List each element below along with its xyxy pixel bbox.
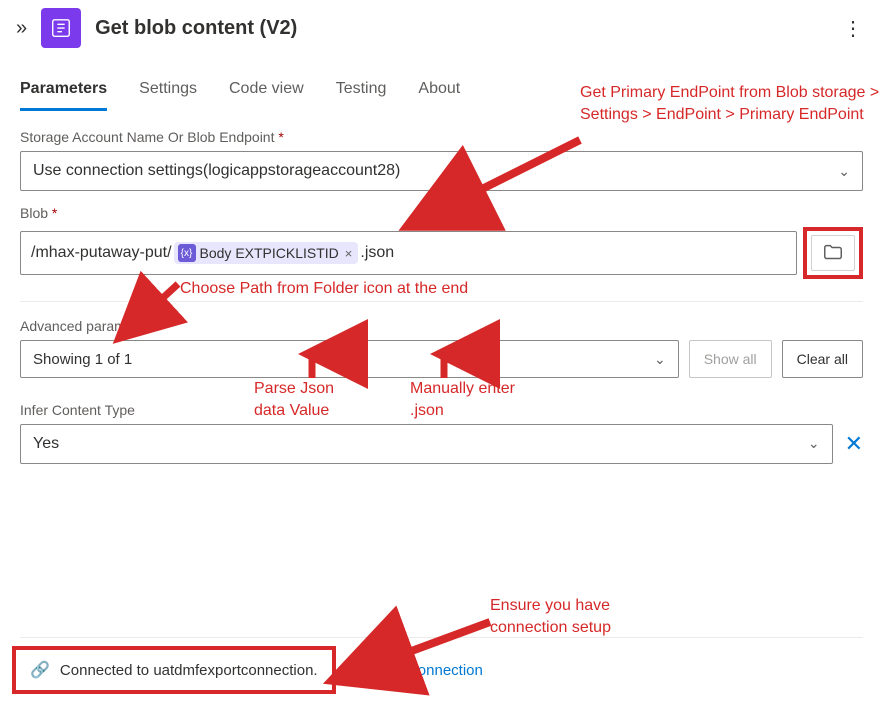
tab-testing[interactable]: Testing <box>336 80 387 111</box>
advanced-params-value: Showing 1 of 1 <box>33 351 132 368</box>
blob-section: Blob * /mhax-putaway-put/ {x} Body EXTPI… <box>20 205 863 279</box>
annotation-connection: Ensure you have connection setup <box>490 595 690 638</box>
action-title: Get blob content (V2) <box>95 17 297 40</box>
storage-account-dropdown[interactable]: Use connection settings(logicappstoragea… <box>20 151 863 191</box>
storage-account-label: Storage Account Name Or Blob Endpoint * <box>20 129 863 145</box>
blob-action-icon <box>41 8 81 48</box>
storage-label-text: Storage Account Name Or Blob Endpoint <box>20 129 274 145</box>
clear-all-button[interactable]: Clear all <box>782 340 863 378</box>
blob-label: Blob * <box>20 205 863 221</box>
connection-status-text: Connected to uatdmfexportconnection. <box>60 662 318 679</box>
divider <box>20 637 863 638</box>
advanced-params-dropdown[interactable]: Showing 1 of 1 ⌄ <box>20 340 679 378</box>
blob-path-prefix: /mhax-putaway-put/ <box>31 244 172 262</box>
required-marker: * <box>52 205 57 221</box>
chevron-down-icon: ⌄ <box>654 351 666 368</box>
divider <box>20 301 863 302</box>
folder-highlight-box <box>803 227 863 279</box>
blob-path-input[interactable]: /mhax-putaway-put/ {x} Body EXTPICKLISTI… <box>20 231 797 275</box>
browse-folder-button[interactable] <box>811 235 855 271</box>
connection-highlight-box: 🔗 Connected to uatdmfexportconnection. <box>12 646 336 694</box>
blob-path-suffix: .json <box>360 244 394 262</box>
token-label: Body EXTPICKLISTID <box>200 245 339 261</box>
remove-param-icon[interactable]: ✕ <box>845 431 863 457</box>
blob-label-text: Blob <box>20 205 48 221</box>
infer-section: Infer Content Type Yes ⌄ ✕ <box>20 402 863 464</box>
blob-row: /mhax-putaway-put/ {x} Body EXTPICKLISTI… <box>20 227 863 279</box>
required-marker: * <box>278 129 283 145</box>
tab-settings[interactable]: Settings <box>139 80 197 111</box>
tab-parameters[interactable]: Parameters <box>20 80 107 111</box>
change-connection-link[interactable]: Change connection <box>354 662 483 679</box>
connection-footer: 🔗 Connected to uatdmfexportconnection. C… <box>12 646 883 694</box>
advanced-params-row: Showing 1 of 1 ⌄ Show all Clear all <box>20 340 863 378</box>
infer-content-type-dropdown[interactable]: Yes ⌄ <box>20 424 833 464</box>
chevron-down-icon: ⌄ <box>808 435 820 453</box>
tab-code-view[interactable]: Code view <box>229 80 304 111</box>
infer-value: Yes <box>33 435 59 453</box>
more-menu-icon[interactable]: ⋮ <box>843 16 867 41</box>
form-area: Storage Account Name Or Blob Endpoint * … <box>0 111 883 464</box>
chevron-down-icon: ⌄ <box>838 163 850 180</box>
tab-about[interactable]: About <box>418 80 460 111</box>
footer-wrap: 🔗 Connected to uatdmfexportconnection. C… <box>0 637 883 694</box>
dynamic-token[interactable]: {x} Body EXTPICKLISTID × <box>174 242 359 264</box>
token-fx-icon: {x} <box>178 244 196 262</box>
storage-account-value: Use connection settings(logicappstoragea… <box>33 162 400 180</box>
advanced-params-label: Advanced parameters <box>20 318 863 334</box>
infer-row: Yes ⌄ ✕ <box>20 424 863 464</box>
folder-icon <box>822 242 844 264</box>
action-header: » Get blob content (V2) ⋮ <box>0 0 883 56</box>
collapse-icon[interactable]: » <box>16 17 27 40</box>
infer-content-type-label: Infer Content Type <box>20 402 863 418</box>
tab-bar: Parameters Settings Code view Testing Ab… <box>0 56 883 111</box>
token-remove-icon[interactable]: × <box>345 246 353 261</box>
link-icon: 🔗 <box>30 660 50 680</box>
show-all-button: Show all <box>689 340 772 378</box>
